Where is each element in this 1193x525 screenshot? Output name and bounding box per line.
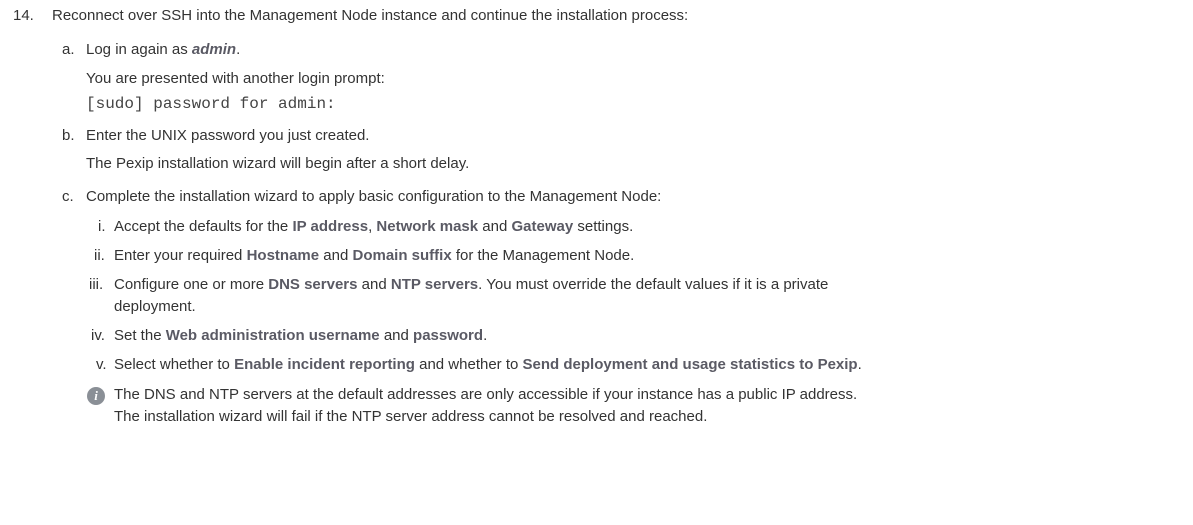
substep-a-prefix: Log in again as xyxy=(86,41,192,58)
item-ii-t3: for the Management Node. xyxy=(451,247,635,264)
item-i-text: Accept the defaults for the IP address, … xyxy=(114,217,633,237)
item-iii-continuation: deployment. xyxy=(114,298,196,315)
item-iii-t2: and xyxy=(357,276,391,293)
item-iii-t1: Configure one or more xyxy=(114,276,269,293)
item-i-t3: and xyxy=(478,218,512,235)
item-ii-t1: Enter your required xyxy=(114,247,247,264)
item-iv-t3: . xyxy=(483,327,488,344)
network-mask-setting: Network mask xyxy=(376,218,479,235)
item-v-t2: and whether to xyxy=(414,356,523,373)
substep-b-note: The Pexip installation wizard will begin… xyxy=(86,155,470,172)
hostname-setting: Hostname xyxy=(246,247,320,264)
send-usage-statistics-setting: Send deployment and usage statistics to … xyxy=(522,356,858,373)
item-iv-t2: and xyxy=(379,327,414,344)
dns-servers-setting: DNS servers xyxy=(268,276,358,293)
item-v-t1: Select whether to xyxy=(114,356,235,373)
item-v-text: Select whether to Enable incident report… xyxy=(114,355,862,375)
domain-suffix-setting: Domain suffix xyxy=(352,247,452,264)
admin-username: admin xyxy=(191,41,237,58)
info-note-line-1: The DNS and NTP servers at the default a… xyxy=(114,386,858,403)
enable-incident-reporting-setting: Enable incident reporting xyxy=(234,356,415,373)
substep-c-marker: c. xyxy=(62,188,74,205)
item-iv-text: Set the Web administration username and … xyxy=(114,326,487,346)
item-i-t4: settings. xyxy=(573,218,634,235)
item-iii-marker: iii. xyxy=(89,276,104,293)
item-v-t3: . xyxy=(857,356,862,373)
step-number: 14. xyxy=(13,7,34,24)
item-iv-marker: iv. xyxy=(91,327,105,344)
item-i-marker: i. xyxy=(98,218,106,235)
info-note-line-2: The installation wizard will fail if the… xyxy=(114,408,708,425)
item-iv-t1: Set the xyxy=(114,327,166,344)
item-ii-marker: ii. xyxy=(94,247,105,264)
item-ii-text: Enter your required Hostname and Domain … xyxy=(114,246,634,266)
substep-b-text: Enter the UNIX password you just created… xyxy=(86,127,370,144)
step-text: Reconnect over SSH into the Management N… xyxy=(52,7,689,24)
item-i-t1: Accept the defaults for the xyxy=(114,218,293,235)
item-iii-text: Configure one or more DNS servers and NT… xyxy=(114,275,828,295)
substep-a-note: You are presented with another login pro… xyxy=(86,70,385,87)
web-admin-username-setting: Web administration username xyxy=(165,327,380,344)
ip-address-setting: IP address xyxy=(292,218,369,235)
sudo-prompt-code: [sudo] password for admin: xyxy=(86,95,336,113)
item-iii-t3: . You must override the default values i… xyxy=(478,276,829,293)
substep-c-text: Complete the installation wizard to appl… xyxy=(86,188,662,205)
item-v-marker: v. xyxy=(96,356,107,373)
substep-a-marker: a. xyxy=(62,41,75,58)
gateway-setting: Gateway xyxy=(511,218,574,235)
substep-b-marker: b. xyxy=(62,127,75,144)
item-ii-t2: and xyxy=(319,247,353,264)
substep-a-text: Log in again as admin. xyxy=(86,40,240,60)
password-setting: password xyxy=(413,327,484,344)
info-icon: i xyxy=(87,387,105,405)
substep-a-suffix: . xyxy=(236,41,241,58)
ntp-servers-setting: NTP servers xyxy=(390,276,479,293)
